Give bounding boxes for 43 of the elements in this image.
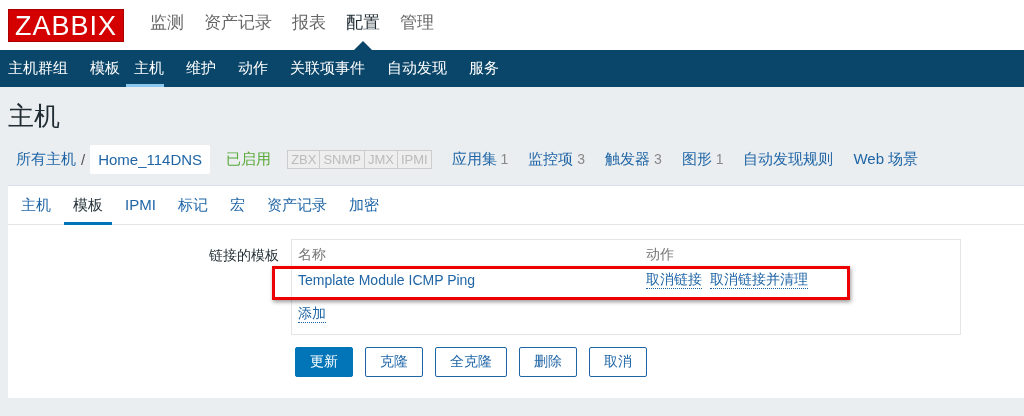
tab[interactable]: 加密 xyxy=(339,186,388,225)
tab[interactable]: 标记 xyxy=(168,186,217,225)
logo[interactable]: ZABBIX xyxy=(8,8,125,42)
action-link[interactable]: 取消链接 xyxy=(646,271,702,289)
action-button[interactable]: 更新 xyxy=(295,347,353,377)
template-link[interactable]: Template Module ICMP Ping xyxy=(298,272,646,288)
submenu-item[interactable]: 主机 xyxy=(126,50,164,87)
action-button[interactable]: 克隆 xyxy=(365,347,423,377)
submenu-item[interactable]: 维护 xyxy=(178,50,216,87)
submenu-item[interactable]: 主机群组 xyxy=(0,50,68,87)
breadcrumb-link[interactable]: 所有主机 xyxy=(16,149,76,169)
action-button[interactable]: 取消 xyxy=(589,347,647,377)
tab[interactable]: 资产记录 xyxy=(257,186,336,225)
host-link[interactable]: 自动发现规则 xyxy=(743,149,834,169)
submenu-item[interactable]: 关联项事件 xyxy=(282,50,365,87)
menu-item[interactable]: 管理 xyxy=(390,0,445,50)
host-link[interactable]: 图形 1 xyxy=(681,149,724,169)
action-button[interactable]: 全克隆 xyxy=(435,347,507,377)
host-link[interactable]: 触发器 3 xyxy=(605,149,662,169)
breadcrumb-current[interactable]: Home_114DNS xyxy=(90,144,211,174)
breadcrumb-separator: / xyxy=(81,150,86,168)
action-link[interactable]: 取消链接并清理 xyxy=(710,271,808,289)
field-label: 链接的模板 xyxy=(208,246,280,265)
tab[interactable]: IPMI xyxy=(116,186,165,225)
host-link[interactable]: 监控项 3 xyxy=(528,149,586,169)
submenu-item[interactable]: 模板 xyxy=(82,50,120,87)
add-link[interactable]: 添加 xyxy=(298,305,326,323)
submenu-item[interactable]: 动作 xyxy=(230,50,268,87)
host-link[interactable]: 应用集 1 xyxy=(451,149,509,169)
submenu-item[interactable]: 服务 xyxy=(461,50,499,87)
menu-item[interactable]: 监测 xyxy=(140,0,195,50)
tab[interactable]: 宏 xyxy=(220,186,254,225)
page-title: 主机 xyxy=(7,100,61,133)
column-header: 动作 xyxy=(646,246,674,264)
menu-item[interactable]: 配置 xyxy=(336,0,391,50)
menu-item[interactable]: 报表 xyxy=(282,0,337,50)
tab[interactable]: 模板 xyxy=(64,186,112,225)
menu-item[interactable]: 资产记录 xyxy=(194,0,283,50)
submenu-item[interactable]: 自动发现 xyxy=(379,50,447,87)
action-button[interactable]: 删除 xyxy=(519,347,577,377)
tab[interactable]: 主机 xyxy=(12,186,60,225)
host-link[interactable]: Web 场景 xyxy=(853,149,919,169)
column-header: 名称 xyxy=(298,246,327,264)
